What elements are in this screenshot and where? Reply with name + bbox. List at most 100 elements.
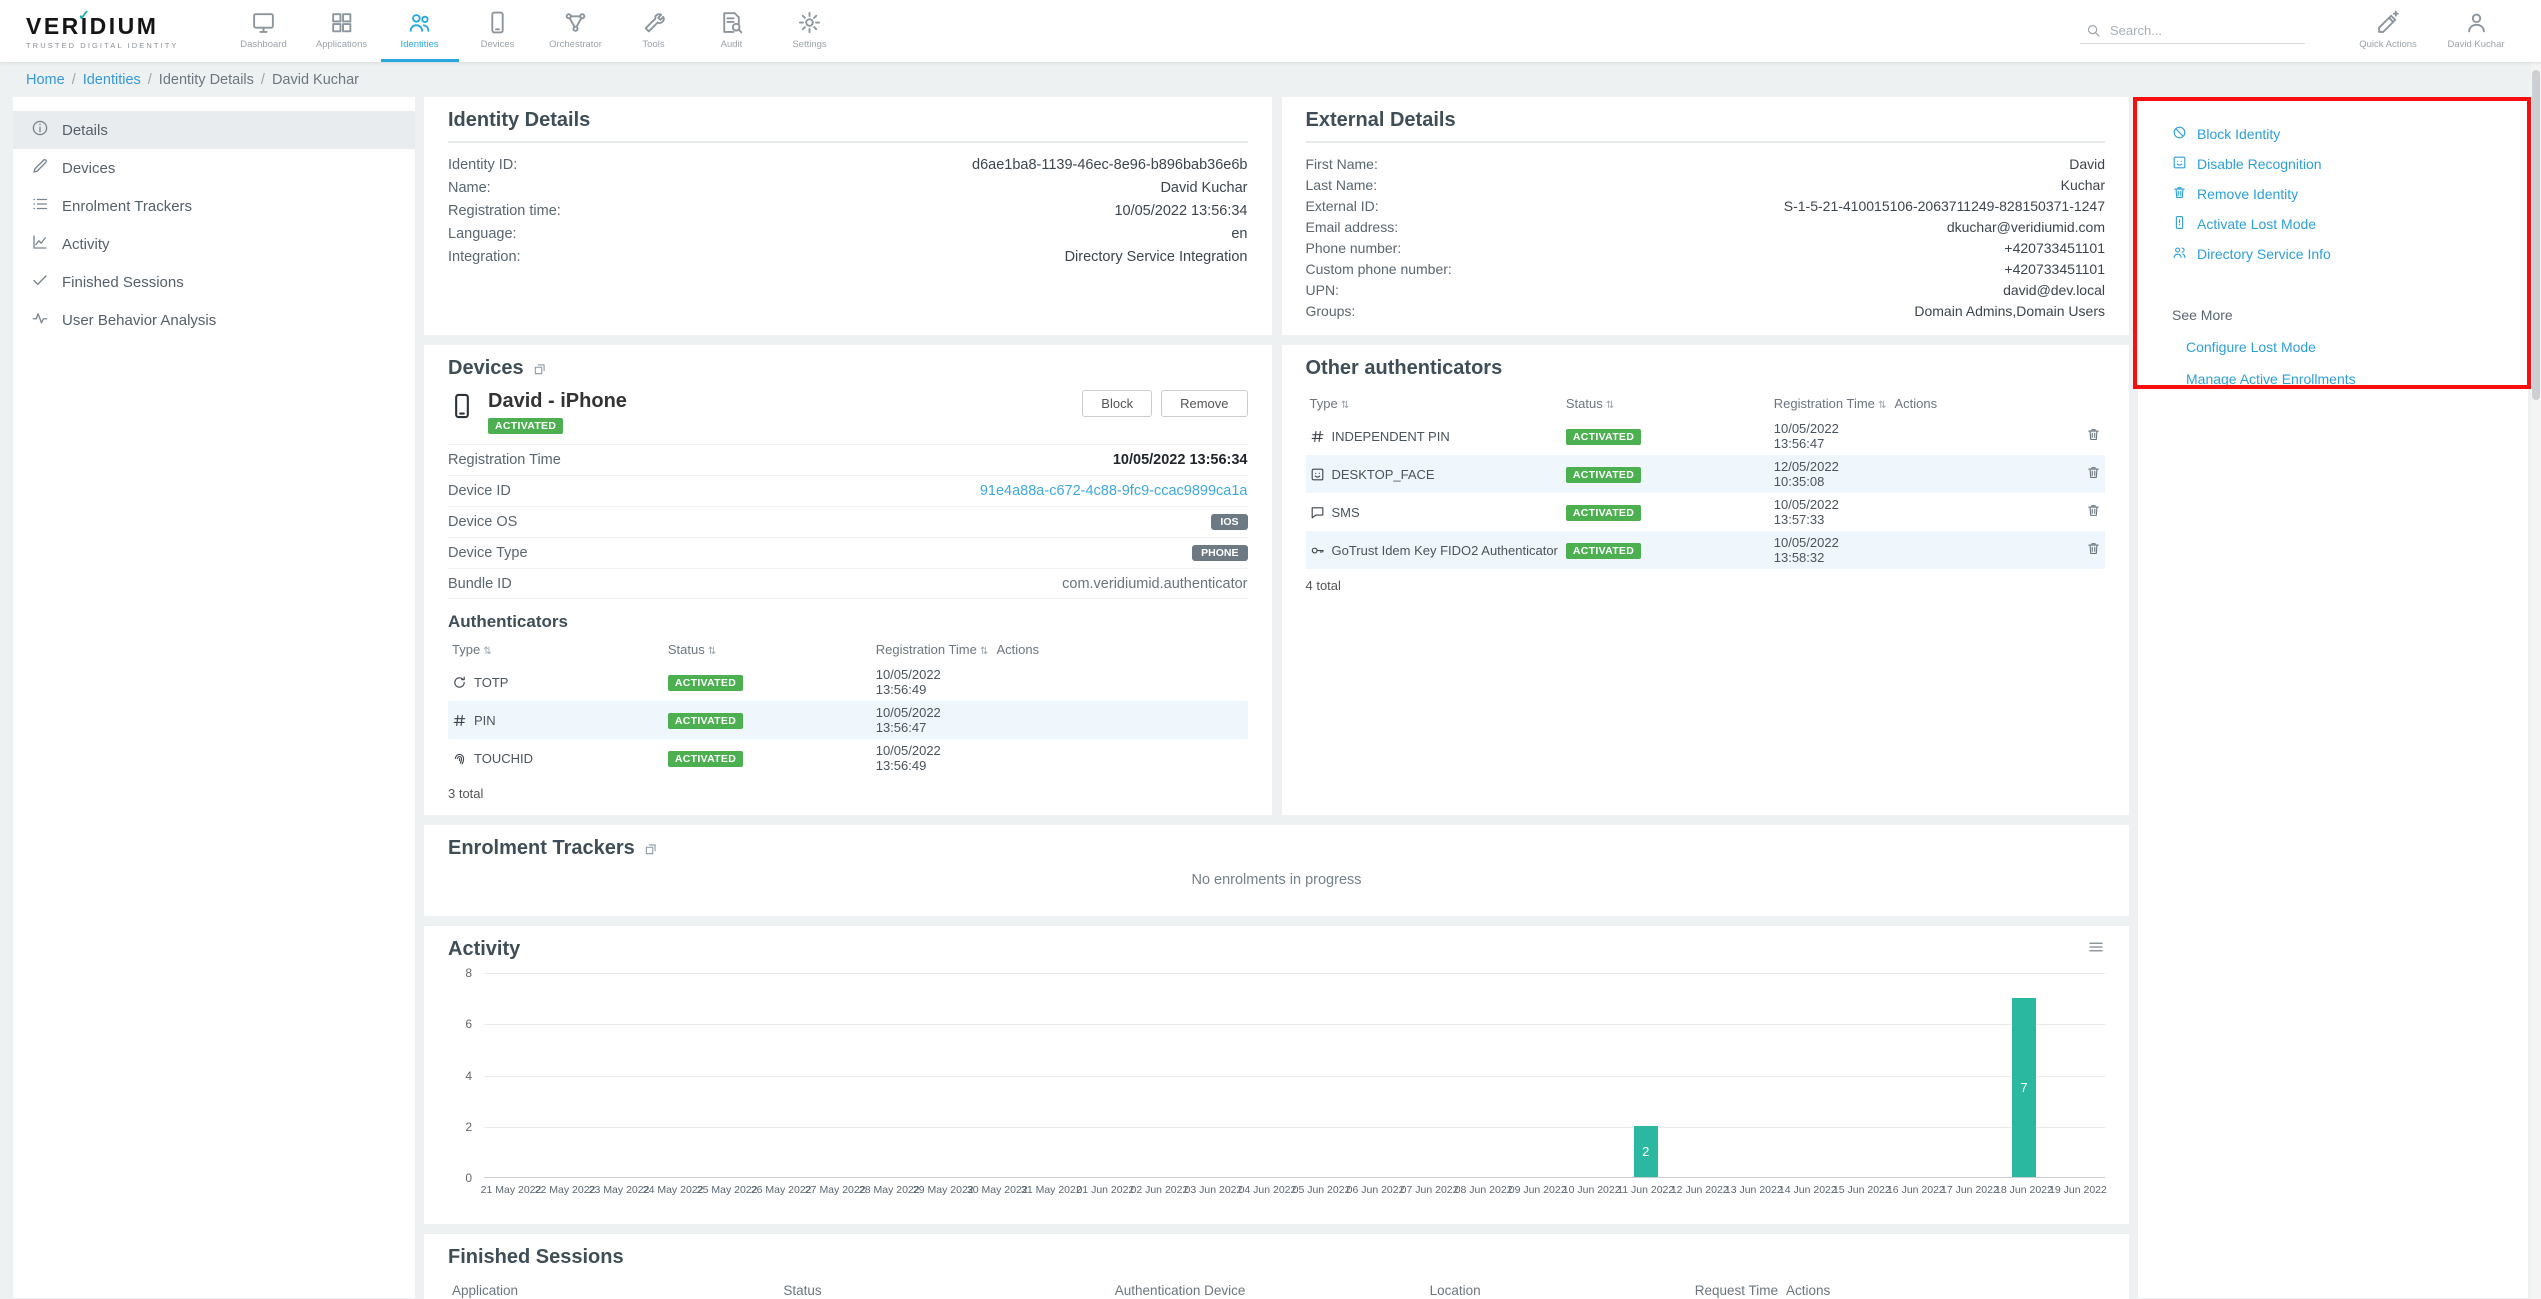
- nav-item[interactable]: Settings: [771, 0, 849, 62]
- devices-panel: Devices David - iPhone ACTIVATED Block: [424, 345, 1272, 815]
- status-badge: ACTIVATED: [1566, 543, 1641, 559]
- column-header[interactable]: Application: [448, 1277, 779, 1299]
- column-header[interactable]: Location: [1426, 1277, 1691, 1299]
- scrollbar-thumb[interactable]: [2532, 70, 2540, 400]
- quick-actions-button[interactable]: Quick Actions: [2349, 0, 2427, 62]
- see-more-link[interactable]: Manage Active Enrollments: [2186, 371, 2510, 387]
- list-icon: [31, 195, 49, 217]
- x-axis-label: 30 May 2022: [967, 1184, 1028, 1196]
- identity-action-label[interactable]: Directory Service Info: [2197, 246, 2331, 262]
- sidebar-item[interactable]: Devices: [13, 149, 415, 187]
- detail-field: Email address: dkuchar@veridiumid.com: [1306, 216, 2106, 237]
- external-details-title: External Details: [1306, 109, 2106, 143]
- column-header[interactable]: Type: [448, 636, 664, 663]
- magic-wand-icon: [2376, 10, 2401, 35]
- field-label: Groups:: [1306, 303, 1356, 319]
- device-authenticators-table: TypeStatusRegistration TimeActions TOTP …: [448, 636, 1248, 777]
- column-header[interactable]: Registration Time: [872, 636, 993, 663]
- column-header[interactable]: Authentication Device: [1111, 1277, 1426, 1299]
- chart-menu-icon[interactable]: [2087, 938, 2105, 956]
- quick-actions-label: Quick Actions: [2359, 39, 2417, 50]
- delete-authenticator-icon[interactable]: [2086, 465, 2101, 480]
- block-device-button[interactable]: Block: [1082, 390, 1152, 417]
- page-scrollbar[interactable]: [2531, 0, 2541, 1299]
- identity-action[interactable]: Remove Identity: [2172, 185, 2510, 203]
- column-header[interactable]: Status: [779, 1277, 1110, 1299]
- open-section-icon[interactable]: [533, 362, 547, 376]
- column-header[interactable]: Actions: [1890, 390, 2105, 417]
- chart-plot-area: 21 May 202222 May 202223 May 202224 May …: [484, 973, 2105, 1178]
- finished-sessions-table: ApplicationStatusAuthentication DeviceLo…: [448, 1277, 2105, 1299]
- finished-sessions-title: Finished Sessions: [448, 1246, 2105, 1269]
- activity-bar[interactable]: 2: [1634, 1126, 1658, 1177]
- identity-action-label[interactable]: Disable Recognition: [2197, 156, 2322, 172]
- breadcrumb-item: Identity Details: [159, 72, 272, 88]
- nav-item[interactable]: Audit: [693, 0, 771, 62]
- open-section-icon[interactable]: [644, 842, 658, 856]
- delete-authenticator-icon[interactable]: [2086, 503, 2101, 518]
- column-header[interactable]: Type: [1306, 390, 1562, 417]
- sidebar-item[interactable]: Activity: [13, 225, 415, 263]
- identity-action-label[interactable]: Remove Identity: [2197, 186, 2298, 202]
- nav-item-label: Settings: [792, 39, 826, 50]
- nav-item[interactable]: Dashboard: [225, 0, 303, 62]
- sidebar-item[interactable]: Enrolment Trackers: [13, 187, 415, 225]
- search-input[interactable]: [2110, 23, 2299, 38]
- devices-panel-title: Devices: [448, 357, 1248, 380]
- detail-field: Phone number: +420733451101: [1306, 237, 2106, 258]
- breadcrumb-link[interactable]: Identities: [83, 72, 141, 88]
- column-header[interactable]: Actions: [1782, 1277, 2105, 1299]
- pencil-icon: [31, 157, 49, 179]
- identity-action-label[interactable]: Activate Lost Mode: [2197, 216, 2316, 232]
- sidebar-item-label: Activity: [62, 236, 110, 253]
- identity-action[interactable]: Disable Recognition: [2172, 155, 2510, 173]
- field-value: 10/05/2022 13:56:34: [1114, 203, 1247, 219]
- breadcrumb-link[interactable]: David Kuchar: [272, 72, 359, 88]
- detail-field: Identity ID: d6ae1ba8-1139-46ec-8e96-b89…: [448, 153, 1248, 176]
- veridium-logo[interactable]: VERIDIUM TRUSTED DIGITAL IDENTITY: [26, 13, 179, 50]
- identity-action[interactable]: Activate Lost Mode: [2172, 215, 2510, 233]
- breadcrumb-item: Identities: [83, 72, 159, 88]
- registration-time: 12/05/2022 10:35:08: [1770, 455, 1891, 493]
- status-badge: ACTIVATED: [1566, 429, 1641, 445]
- detail-field: Language: en: [448, 222, 1248, 245]
- delete-authenticator-icon[interactable]: [2086, 541, 2101, 556]
- y-axis-label: 2: [465, 1120, 472, 1134]
- field-value: PHONE: [1192, 545, 1247, 561]
- sidebar-item[interactable]: Finished Sessions: [13, 263, 415, 301]
- y-axis-label: 4: [465, 1069, 472, 1083]
- identity-action[interactable]: Directory Service Info: [2172, 245, 2510, 263]
- column-header[interactable]: Status: [664, 636, 872, 663]
- user-menu[interactable]: David Kuchar: [2437, 0, 2515, 62]
- identity-action-label[interactable]: Block Identity: [2197, 126, 2280, 142]
- column-header[interactable]: Status: [1562, 390, 1770, 417]
- nav-item[interactable]: Identities: [381, 0, 459, 62]
- see-more-link[interactable]: Configure Lost Mode: [2186, 339, 2510, 355]
- nav-item[interactable]: Orchestrator: [537, 0, 615, 62]
- activity-bar[interactable]: 7: [2012, 998, 2036, 1177]
- nav-item[interactable]: Applications: [303, 0, 381, 62]
- field-label: Identity ID:: [448, 157, 517, 173]
- breadcrumb-link[interactable]: Identity Details: [159, 72, 254, 88]
- column-header[interactable]: Registration Time: [1770, 390, 1891, 417]
- activity-panel: Activity 02468 21 May 202222 May 202223 …: [424, 926, 2129, 1224]
- x-axis-label: 03 Jun 2022: [1185, 1184, 1243, 1196]
- nav-item[interactable]: Devices: [459, 0, 537, 62]
- page: VERIDIUM TRUSTED DIGITAL IDENTITY Dashbo…: [0, 0, 2541, 1298]
- delete-authenticator-icon[interactable]: [2086, 427, 2101, 442]
- nav-item[interactable]: Tools: [615, 0, 693, 62]
- settings-icon: [797, 10, 822, 35]
- pulse-icon: [31, 309, 49, 331]
- bar-value-label: 7: [2020, 1080, 2027, 1095]
- sidebar-item[interactable]: Details: [13, 111, 415, 149]
- column-header[interactable]: Actions: [992, 636, 1247, 663]
- column-header[interactable]: Request Time: [1691, 1277, 1782, 1299]
- detail-field: Name: David Kuchar: [448, 176, 1248, 199]
- identity-action[interactable]: Block Identity: [2172, 125, 2510, 143]
- breadcrumb-link[interactable]: Home: [26, 72, 65, 88]
- detail-field: Custom phone number: +420733451101: [1306, 258, 2106, 279]
- sidebar-item[interactable]: User Behavior Analysis: [13, 301, 415, 339]
- device-field: Device OS IOS: [448, 506, 1248, 537]
- see-more-label: See More: [2172, 307, 2510, 323]
- remove-device-button[interactable]: Remove: [1161, 390, 1247, 417]
